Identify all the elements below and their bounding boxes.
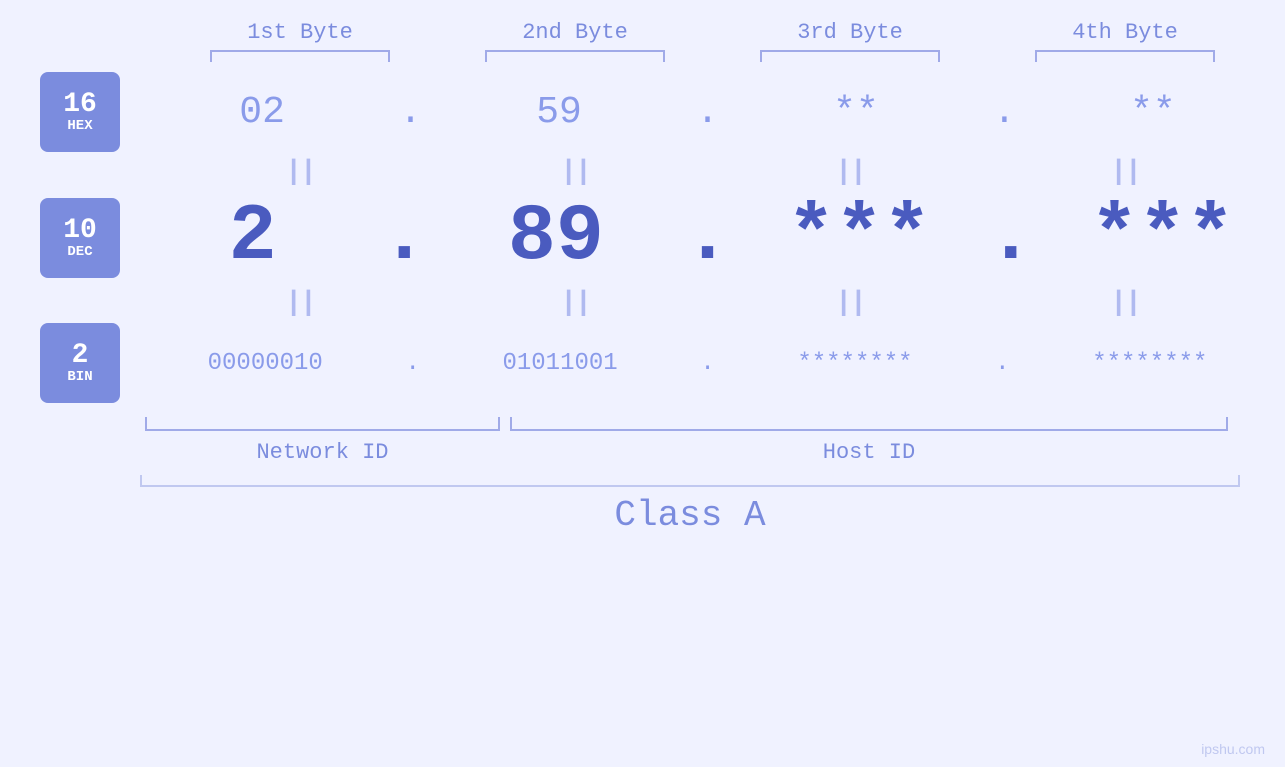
bin-byte-3: ******** bbox=[720, 350, 990, 377]
top-brackets-row bbox=[163, 50, 1263, 62]
equals-1: || bbox=[285, 157, 315, 188]
byte-label-1: 1st Byte bbox=[163, 20, 438, 50]
equals-cell-8: || bbox=[988, 288, 1263, 319]
network-id-bracket bbox=[145, 417, 500, 431]
hex-byte-4: ** bbox=[1021, 91, 1285, 134]
class-section: Class A bbox=[0, 475, 1285, 536]
hex-dot-2: . bbox=[691, 91, 724, 134]
bin-dot-2: . bbox=[695, 350, 719, 377]
watermark: ipshu.com bbox=[1201, 741, 1265, 757]
dec-dot-1: . bbox=[375, 192, 433, 283]
top-bracket-4 bbox=[1035, 50, 1215, 62]
bin-byte-2: 01011001 bbox=[425, 350, 695, 377]
dec-badge: 10 DEC bbox=[40, 198, 120, 278]
dec-byte-4: *** bbox=[1040, 192, 1285, 283]
bin-badge-number: 2 bbox=[72, 342, 89, 370]
dec-row: 10 DEC 2 . 89 . *** . *** bbox=[0, 192, 1285, 283]
equals-cell-5: || bbox=[163, 288, 438, 319]
bin-badge-label: BIN bbox=[67, 370, 92, 384]
equals-cell-1: || bbox=[163, 157, 438, 188]
equals-5: || bbox=[285, 288, 315, 319]
bin-row: 2 BIN 00000010 . 01011001 . ******** . *… bbox=[0, 323, 1285, 403]
equals-cell-2: || bbox=[438, 157, 713, 188]
host-id-label: Host ID bbox=[510, 440, 1228, 465]
dec-badge-number: 10 bbox=[63, 217, 97, 245]
equals-cell-3: || bbox=[713, 157, 988, 188]
hex-byte-3: ** bbox=[724, 91, 988, 134]
bottom-section: Network ID Host ID bbox=[0, 413, 1285, 465]
dec-byte-2: 89 bbox=[433, 192, 678, 283]
bin-badge: 2 BIN bbox=[40, 323, 120, 403]
equals-row-1: || || || || bbox=[163, 152, 1263, 192]
equals-cell-7: || bbox=[713, 288, 988, 319]
dec-byte-1: 2 bbox=[130, 192, 375, 283]
hex-badge-label: HEX bbox=[67, 119, 92, 133]
byte-label-4: 4th Byte bbox=[988, 20, 1263, 50]
equals-7: || bbox=[835, 288, 865, 319]
bin-byte-1: 00000010 bbox=[130, 350, 400, 377]
equals-row-2: || || || || bbox=[163, 283, 1263, 323]
hex-dot-1: . bbox=[394, 91, 427, 134]
bracket-cell-4 bbox=[988, 50, 1263, 62]
top-bracket-1 bbox=[210, 50, 390, 62]
bracket-cell-2 bbox=[438, 50, 713, 62]
bin-values-row: 00000010 . 01011001 . ******** . *******… bbox=[130, 350, 1285, 377]
host-id-bracket bbox=[510, 417, 1228, 431]
bin-byte-4: ******** bbox=[1015, 350, 1285, 377]
dec-dot-3: . bbox=[982, 192, 1040, 283]
hex-byte-1: 02 bbox=[130, 91, 394, 134]
equals-4: || bbox=[1110, 157, 1140, 188]
equals-2: || bbox=[560, 157, 590, 188]
main-container: 1st Byte 2nd Byte 3rd Byte 4th Byte 16 H… bbox=[0, 0, 1285, 767]
network-id-label: Network ID bbox=[145, 440, 500, 465]
equals-3: || bbox=[835, 157, 865, 188]
byte-label-3: 3rd Byte bbox=[713, 20, 988, 50]
byte-label-2: 2nd Byte bbox=[438, 20, 713, 50]
hex-row: 16 HEX 02 . 59 . ** . ** bbox=[0, 72, 1285, 152]
equals-6: || bbox=[560, 288, 590, 319]
top-bracket-2 bbox=[485, 50, 665, 62]
hex-badge: 16 HEX bbox=[40, 72, 120, 152]
dec-byte-3: *** bbox=[737, 192, 982, 283]
hex-values-row: 02 . 59 . ** . ** bbox=[130, 91, 1285, 134]
hex-badge-number: 16 bbox=[63, 91, 97, 119]
bin-dot-3: . bbox=[990, 350, 1014, 377]
top-bracket-3 bbox=[760, 50, 940, 62]
hex-byte-2: 59 bbox=[427, 91, 691, 134]
dec-dot-2: . bbox=[678, 192, 736, 283]
equals-cell-6: || bbox=[438, 288, 713, 319]
bracket-cell-1 bbox=[163, 50, 438, 62]
byte-labels-row: 1st Byte 2nd Byte 3rd Byte 4th Byte bbox=[163, 20, 1263, 50]
equals-cell-4: || bbox=[988, 157, 1263, 188]
bin-dot-1: . bbox=[400, 350, 424, 377]
dec-values-row: 2 . 89 . *** . *** bbox=[130, 192, 1285, 283]
equals-8: || bbox=[1110, 288, 1140, 319]
hex-dot-3: . bbox=[988, 91, 1021, 134]
class-full-bracket bbox=[140, 475, 1240, 487]
class-label: Class A bbox=[140, 495, 1240, 536]
dec-badge-label: DEC bbox=[67, 245, 92, 259]
bracket-cell-3 bbox=[713, 50, 988, 62]
